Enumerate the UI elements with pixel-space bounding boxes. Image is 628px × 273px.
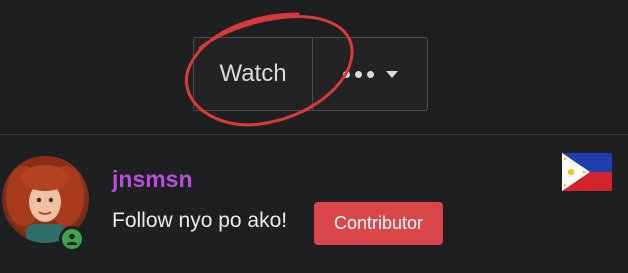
watch-button[interactable]: Watch bbox=[194, 38, 313, 110]
online-status-icon bbox=[59, 226, 85, 252]
watch-button-label: Watch bbox=[219, 60, 287, 87]
more-options-button[interactable] bbox=[313, 38, 427, 110]
username-link[interactable]: jnsmsn bbox=[112, 166, 193, 193]
user-bio: Follow nyo po ako! bbox=[112, 209, 288, 232]
section-divider bbox=[0, 134, 628, 135]
philippines-flag-icon bbox=[562, 153, 612, 191]
page: Watch jnsmsn Follow nyo po ako! Contribu… bbox=[0, 0, 628, 273]
contributor-badge: Contributor bbox=[314, 202, 443, 245]
action-button-group: Watch bbox=[193, 37, 428, 111]
caret-down-icon bbox=[385, 70, 398, 78]
ellipsis-icon bbox=[342, 70, 374, 78]
